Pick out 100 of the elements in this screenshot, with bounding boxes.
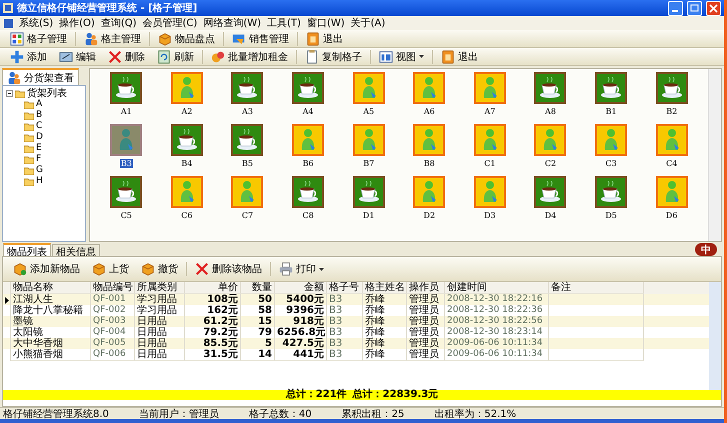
close-icon bbox=[195, 262, 209, 276]
table-cell: 31.5元 bbox=[185, 349, 241, 361]
person-icon bbox=[420, 76, 438, 100]
printer-icon bbox=[279, 262, 293, 276]
coffee-cup-icon bbox=[114, 77, 138, 99]
toolbar-button[interactable]: 退出 bbox=[302, 30, 347, 46]
tree-item[interactable]: E bbox=[36, 143, 42, 154]
slot-label: D1 bbox=[362, 211, 376, 220]
maximize-button[interactable] bbox=[687, 0, 702, 16]
slot-label: A8 bbox=[544, 107, 557, 116]
tree-item[interactable]: A bbox=[36, 99, 42, 110]
box-icon bbox=[13, 262, 27, 276]
collapse-icon[interactable] bbox=[6, 90, 13, 97]
shelf-slot[interactable] bbox=[534, 72, 566, 104]
slot-label: B5 bbox=[241, 159, 254, 168]
menu-item[interactable]: 系统(S) bbox=[19, 16, 54, 30]
people-icon bbox=[84, 32, 98, 46]
shelf-slot[interactable] bbox=[595, 72, 628, 104]
toolbar-button[interactable]: 格子管理 bbox=[6, 30, 71, 46]
shelf-slot[interactable] bbox=[110, 176, 142, 208]
toolbar-button[interactable]: 格主管理 bbox=[80, 30, 145, 46]
slot-label: C3 bbox=[604, 159, 618, 168]
toolbar-button[interactable]: 复制格子 bbox=[301, 48, 366, 64]
shelf-slot[interactable] bbox=[292, 176, 324, 208]
tree-item[interactable]: H bbox=[36, 176, 43, 187]
shelf-slot[interactable] bbox=[292, 72, 324, 104]
toolbar-button[interactable]: 物品盘点 bbox=[154, 30, 219, 46]
slot-label: B3 bbox=[120, 159, 133, 168]
box-icon bbox=[92, 262, 106, 276]
tree-item[interactable]: 货架列表 bbox=[27, 88, 67, 99]
person-icon bbox=[602, 128, 620, 152]
scrollbar[interactable] bbox=[709, 282, 721, 390]
menu-item[interactable]: 会员管理(C) bbox=[142, 16, 198, 30]
table-cell: B3 bbox=[327, 349, 363, 361]
door-icon bbox=[441, 50, 455, 64]
toolbar-button[interactable]: 撤货 bbox=[137, 261, 182, 277]
tree-item[interactable]: B bbox=[36, 110, 42, 121]
coffee-cup-icon bbox=[235, 129, 260, 151]
slot-label: C6 bbox=[180, 211, 194, 220]
coffee-cup-icon bbox=[174, 129, 199, 151]
tab[interactable]: 物品列表 bbox=[3, 243, 51, 256]
people-icon bbox=[7, 70, 21, 84]
menu-item[interactable]: 查询(Q) bbox=[100, 16, 137, 30]
shelf-slot[interactable] bbox=[231, 72, 264, 104]
ime-mode[interactable]: 中 bbox=[701, 242, 711, 256]
toolbar-button[interactable]: 添加新物品 bbox=[9, 261, 84, 277]
status-text: 累积出租：25 bbox=[342, 408, 404, 420]
slot-label: D2 bbox=[422, 211, 436, 220]
minimize-button[interactable] bbox=[668, 0, 683, 16]
toolbar-button[interactable]: 刷新 bbox=[153, 48, 198, 64]
menu-item[interactable]: 操作(O) bbox=[59, 16, 95, 30]
status-text: 出租率为：52.1% bbox=[434, 408, 516, 420]
toolbar-button[interactable]: 批量增加租金 bbox=[207, 48, 292, 64]
slot-label: A2 bbox=[180, 107, 194, 116]
clipboard-icon bbox=[305, 50, 319, 64]
menu-item[interactable]: 网络查询(W) bbox=[203, 16, 262, 30]
table-cell: 441元 bbox=[275, 349, 327, 361]
tree-item[interactable]: G bbox=[36, 165, 43, 176]
tree-item[interactable]: C bbox=[36, 121, 42, 132]
menu-item[interactable]: 工具(T) bbox=[267, 16, 301, 30]
shelf-slot[interactable] bbox=[656, 72, 688, 104]
toolbar-button[interactable]: 上货 bbox=[88, 261, 133, 277]
slot-label: A1 bbox=[120, 107, 133, 116]
toolbar-button[interactable]: 退出 bbox=[437, 48, 482, 64]
menu-item[interactable]: 窗口(W) bbox=[306, 16, 345, 30]
scrollbar[interactable] bbox=[708, 69, 721, 241]
toolbar-button[interactable]: 删除该物品 bbox=[191, 261, 266, 277]
slot-label: A6 bbox=[422, 107, 436, 116]
ime-toolbar[interactable]: 中 bbox=[695, 243, 717, 256]
box-icon bbox=[158, 32, 172, 46]
grid-icon bbox=[10, 32, 24, 46]
tree-item[interactable]: F bbox=[36, 154, 42, 165]
person-icon bbox=[117, 128, 136, 152]
toolbar-button[interactable]: 删除 bbox=[104, 48, 149, 64]
close-icon bbox=[108, 50, 122, 64]
slot-label: C2 bbox=[544, 159, 558, 168]
toolbar-button[interactable]: 编辑 bbox=[55, 48, 100, 64]
slot-label: A4 bbox=[302, 107, 315, 116]
total-text: 总计：22839.3元 bbox=[352, 390, 438, 400]
shelf-view-tab[interactable]: 分货架查看 bbox=[2, 68, 79, 85]
shelf-slot[interactable] bbox=[110, 72, 142, 104]
menu-item[interactable]: 关于(A) bbox=[350, 16, 386, 30]
shelf-slot[interactable] bbox=[352, 176, 385, 208]
coffee-cup-icon bbox=[660, 77, 684, 99]
tree-item[interactable]: D bbox=[36, 132, 43, 143]
shelf-slot[interactable] bbox=[534, 176, 566, 208]
table-cell: 小熊猫香烟 bbox=[11, 349, 91, 361]
shelf-slot[interactable] bbox=[595, 176, 628, 208]
table-cell: 乔峰 bbox=[363, 349, 407, 361]
close-button[interactable] bbox=[706, 0, 721, 16]
shelf-slot[interactable] bbox=[231, 124, 264, 156]
coffee-cup-icon bbox=[296, 181, 320, 203]
coffee-cup-icon bbox=[599, 77, 624, 99]
toolbar-button[interactable]: 视图 bbox=[375, 48, 428, 64]
toolbar-button[interactable]: 打印 bbox=[275, 261, 328, 277]
toolbar-button[interactable]: 销售管理 bbox=[228, 30, 293, 46]
toolbar-button[interactable]: 添加 bbox=[6, 48, 51, 64]
coffee-cup-icon bbox=[356, 181, 381, 203]
shelf-slot[interactable] bbox=[170, 124, 203, 156]
status-text: 格子总数：40 bbox=[248, 408, 312, 420]
